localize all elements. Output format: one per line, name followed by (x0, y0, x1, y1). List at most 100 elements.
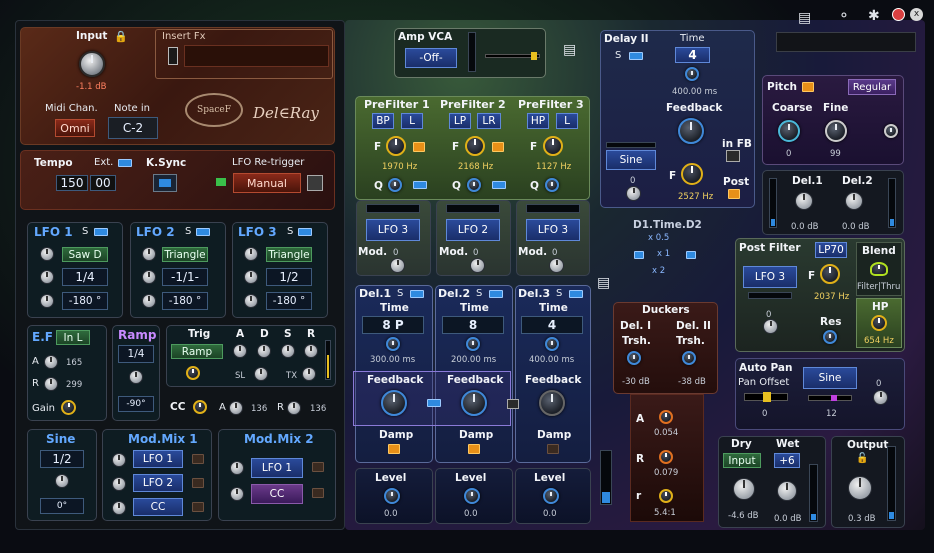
output-knob[interactable] (848, 476, 872, 500)
wet-knob[interactable] (777, 481, 797, 501)
delay1-damp-switch[interactable] (388, 444, 400, 454)
delay3-damp-switch[interactable] (547, 444, 559, 454)
retrigger-button[interactable] (307, 175, 323, 191)
lfo2-sync-switch[interactable] (196, 228, 210, 236)
modmix2-toggle-1[interactable] (312, 462, 324, 472)
modmix1-knob-1[interactable] (112, 453, 126, 467)
prefilter1-channel[interactable]: L (401, 113, 423, 129)
delay3-level-knob[interactable] (543, 488, 559, 504)
prefilter1-type[interactable]: BP (372, 113, 394, 129)
delay-ii-feedback-knob[interactable] (678, 118, 704, 144)
prefilter3-mod-source[interactable]: LFO 3 (526, 219, 580, 241)
trig-a-knob[interactable] (233, 344, 247, 358)
minimize-button[interactable] (892, 8, 905, 21)
pin-icon[interactable]: ✱ (868, 8, 880, 24)
insert-fx-slot[interactable] (184, 45, 329, 67)
dtime-switch-left[interactable] (634, 251, 644, 259)
lfo3-wave-knob[interactable] (244, 247, 258, 261)
delay-ii-post-switch[interactable] (728, 189, 740, 199)
lfo2-phase[interactable]: -180 ° (162, 292, 208, 310)
ducker2-threshold-knob[interactable] (682, 351, 696, 365)
cc-knob[interactable] (193, 400, 207, 414)
prefilter3-channel[interactable]: L (556, 113, 578, 129)
wet-gain[interactable]: +6 (774, 453, 800, 468)
sine-phase[interactable]: 0° (40, 498, 84, 514)
ef-a-knob[interactable] (44, 355, 58, 369)
sine-knob[interactable] (55, 474, 69, 488)
delay1-level-knob[interactable] (384, 488, 400, 504)
lfo1-rate[interactable]: 1/4 (62, 268, 108, 286)
output-lock-icon[interactable]: 🔓 (856, 453, 868, 464)
delay1-sync-switch[interactable] (410, 290, 424, 298)
delay-copy-icon[interactable]: ▤ (597, 275, 610, 291)
delay2-feedback-knob[interactable] (461, 390, 487, 416)
prefilter1-link[interactable] (413, 142, 425, 152)
prefilter3-type[interactable]: HP (527, 113, 549, 129)
lfo1-rate-knob[interactable] (40, 270, 54, 284)
lock-icon[interactable]: 🔒 (114, 30, 128, 43)
link-icon[interactable]: ⚬ (838, 8, 850, 24)
retrigger-select[interactable]: Manual (233, 173, 301, 193)
ducker-a-knob[interactable] (659, 410, 673, 424)
auto-pan-mod-knob[interactable] (873, 390, 888, 405)
delay-ii-wave[interactable]: Sine (606, 150, 656, 170)
input-knob[interactable] (79, 51, 105, 77)
lfo1-phase-knob[interactable] (40, 294, 54, 308)
pitch-fine-knob[interactable] (825, 120, 847, 142)
ef-r-knob[interactable] (44, 377, 58, 391)
auto-pan-rate-slider[interactable] (808, 395, 852, 401)
note-in-select[interactable]: C-2 (108, 117, 158, 139)
prefilter3-mod-knob[interactable] (549, 258, 564, 273)
delay3-feedback-knob[interactable] (539, 390, 565, 416)
prefilter3-freq-knob[interactable] (543, 136, 563, 156)
modmix1-src-2[interactable]: LFO 2 (133, 474, 183, 492)
trig-trigger-knob[interactable] (186, 366, 200, 380)
amp-vca-slider[interactable] (485, 52, 540, 60)
preset-display[interactable] (776, 32, 916, 52)
ducker1-threshold-knob[interactable] (627, 351, 641, 365)
trig-sl-knob[interactable] (254, 367, 268, 381)
prefilter1-mod-knob[interactable] (390, 258, 405, 273)
prefilter1-freq-knob[interactable] (386, 136, 406, 156)
ducker-r-knob[interactable] (659, 450, 673, 464)
modmix1-src-3[interactable]: CC (133, 498, 183, 516)
lfo1-wave-knob[interactable] (40, 247, 54, 261)
lfo2-wave[interactable]: Triangle (162, 247, 208, 262)
del1-out-knob[interactable] (795, 192, 813, 210)
pitch-mode[interactable]: Regular (848, 79, 896, 95)
post-filter-type[interactable]: LP70 (815, 242, 847, 258)
ksync-button[interactable] (153, 174, 177, 192)
lfo3-wave[interactable]: Triangle (266, 247, 312, 262)
pitch-mix-knob[interactable] (884, 124, 898, 138)
prefilter1-q-link[interactable] (413, 181, 427, 189)
tempo-value[interactable]: 150 (56, 175, 88, 191)
delay2-level-knob[interactable] (464, 488, 480, 504)
delay-ii-sync-switch[interactable] (629, 52, 643, 60)
feedback-link-3[interactable] (507, 399, 519, 409)
ramp-knob[interactable] (129, 370, 143, 384)
delay2-time[interactable]: 8 (442, 316, 504, 334)
modmix1-knob-2[interactable] (112, 477, 126, 491)
ef-gain-knob[interactable] (61, 400, 76, 415)
modmix2-toggle-2[interactable] (312, 488, 324, 498)
prefilter2-q-knob[interactable] (467, 178, 481, 192)
menu-icon[interactable]: ▤ (798, 10, 811, 26)
tempo-fraction[interactable]: 00 (90, 175, 116, 191)
trig-tx-knob[interactable] (302, 367, 316, 381)
close-button[interactable]: x (910, 8, 923, 21)
prefilter2-type[interactable]: LP (449, 113, 471, 129)
sine-rate[interactable]: 1/2 (40, 450, 84, 468)
trig-r-knob[interactable] (304, 344, 318, 358)
modmix1-toggle-2[interactable] (192, 478, 204, 488)
trig-s-knob[interactable] (281, 344, 295, 358)
delay-ii-freq-knob[interactable] (681, 163, 703, 185)
feedback-link[interactable] (427, 399, 441, 407)
amp-copy-icon[interactable]: ▤ (563, 42, 576, 58)
pitch-switch[interactable] (802, 82, 814, 92)
lfo3-rate[interactable]: 1/2 (266, 268, 312, 286)
prefilter2-mod-source[interactable]: LFO 2 (446, 219, 500, 241)
modmix2-knob-2[interactable] (230, 487, 244, 501)
modmix1-knob-3[interactable] (112, 501, 126, 515)
dtime-switch-right[interactable] (686, 251, 696, 259)
delay-ii-time-knob[interactable] (685, 67, 699, 81)
